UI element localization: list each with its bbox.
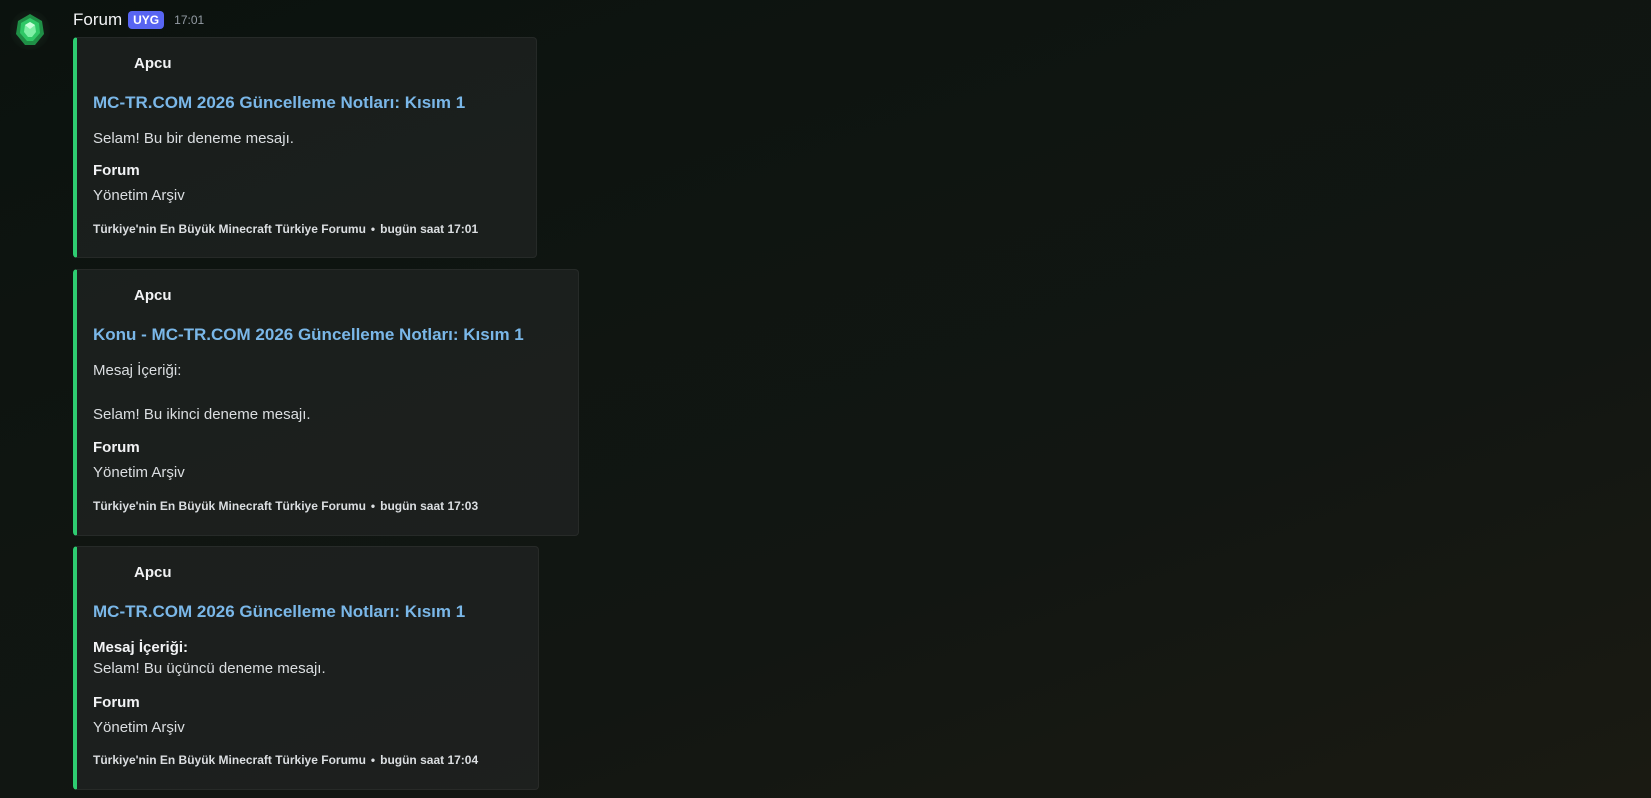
message-timestamp[interactable]: 17:01 <box>174 13 204 27</box>
embed-field-value: Yönetim Arşiv <box>93 719 185 736</box>
embed-description-line: Mesaj İçeriği: <box>93 362 182 379</box>
embed-footer-text: Türkiye'nin En Büyük Minecraft Türkiye F… <box>93 499 366 513</box>
embed-field-name: Forum <box>93 439 140 456</box>
embed-card: Apcu MC-TR.COM 2026 Güncelleme Notları: … <box>73 37 537 258</box>
embed-field-name: Forum <box>93 162 140 179</box>
embed-footer: Türkiye'nin En Büyük Minecraft Türkiye F… <box>93 499 478 513</box>
embed-card: Apcu Konu - MC-TR.COM 2026 Güncelleme No… <box>73 269 579 536</box>
embed-footer-time: bugün saat 17:03 <box>380 499 479 513</box>
embed-field-name: Forum <box>93 694 140 711</box>
embed-field-value: Yönetim Arşiv <box>93 464 185 481</box>
embed-author[interactable]: Apcu <box>134 564 172 581</box>
embed-field-value: Yönetim Arşiv <box>93 187 185 204</box>
embed-footer: Türkiye'nin En Büyük Minecraft Türkiye F… <box>93 753 478 767</box>
embed-footer: Türkiye'nin En Büyük Minecraft Türkiye F… <box>93 222 478 236</box>
embed-description-heading: Mesaj İçeriği: <box>93 639 189 656</box>
footer-separator: • <box>370 499 376 513</box>
app-badge: UYG <box>128 11 165 29</box>
embed-footer-text: Türkiye'nin En Büyük Minecraft Türkiye F… <box>93 222 366 236</box>
message-header: Forum UYG 17:01 <box>73 8 204 32</box>
emerald-gem-icon <box>16 14 44 45</box>
embed-footer-text: Türkiye'nin En Büyük Minecraft Türkiye F… <box>93 753 366 767</box>
embed-author[interactable]: Apcu <box>134 287 172 304</box>
footer-separator: • <box>370 222 376 236</box>
avatar[interactable] <box>10 10 50 50</box>
embed-description: Selam! Bu bir deneme mesajı. <box>93 130 294 147</box>
embed-description-line: Selam! Bu ikinci deneme mesajı. <box>93 406 311 423</box>
embed-author[interactable]: Apcu <box>134 55 172 72</box>
embed-title-link[interactable]: Konu - MC-TR.COM 2026 Güncelleme Notları… <box>93 325 524 345</box>
embed-title-link[interactable]: MC-TR.COM 2026 Güncelleme Notları: Kısım… <box>93 93 465 113</box>
embed-description-line: Selam! Bu üçüncü deneme mesajı. <box>93 660 326 677</box>
message-author[interactable]: Forum <box>73 10 122 30</box>
embed-title-link[interactable]: MC-TR.COM 2026 Güncelleme Notları: Kısım… <box>93 602 465 622</box>
embed-footer-time: bugün saat 17:04 <box>380 753 479 767</box>
embed-card: Apcu MC-TR.COM 2026 Güncelleme Notları: … <box>73 546 539 790</box>
embed-footer-time: bugün saat 17:01 <box>380 222 479 236</box>
footer-separator: • <box>370 753 376 767</box>
